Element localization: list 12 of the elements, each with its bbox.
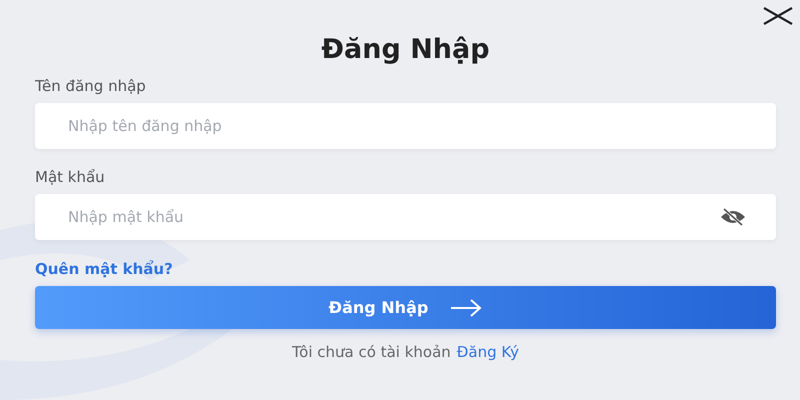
input-field[interactable]: Nhập tên đăng nhập — [35, 103, 776, 149]
field-label: Tên đăng nhập — [35, 76, 146, 96]
input-field[interactable]: Nhập mật khẩu — [35, 194, 776, 240]
signup-link[interactable]: Đăng Ký — [456, 343, 520, 361]
login-button[interactable]: Đăng Nhập — [35, 286, 776, 329]
close-icon — [762, 6, 794, 26]
close-button[interactable] — [762, 6, 794, 26]
dialog-title: Đăng Nhập — [320, 33, 491, 67]
arrow-right-icon — [450, 298, 482, 316]
signup-prompt: Tôi chưa có tài khoản — [292, 343, 451, 361]
field-label: Mật khẩu — [35, 167, 105, 187]
eye-slash-icon[interactable] — [720, 208, 746, 226]
